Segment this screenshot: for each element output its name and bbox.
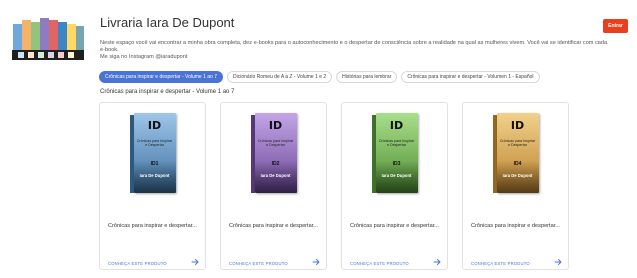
- tab-cronicas[interactable]: Crônicas para inspirar e despertar - Vol…: [99, 71, 224, 83]
- book-logo: ID: [268, 119, 283, 132]
- book-logo: ID: [389, 119, 404, 132]
- book-subtitle: Crônicas para Inspirar e Despertar: [136, 139, 173, 148]
- book-author: Iara De Dupont: [502, 173, 533, 178]
- product-list: ID Crônicas para Inspirar e Despertar ID…: [99, 102, 569, 270]
- book-face: ID Crônicas para Inspirar e Despertar ID…: [133, 113, 176, 193]
- instagram-text: Me siga no Instagram @iaradupont: [100, 54, 188, 61]
- tab-cronicas-espanol[interactable]: Crônicas para inspirar e despertar - Vol…: [401, 71, 540, 83]
- book-subtitle: Crônicas para Inspirar e Despertar: [378, 139, 415, 148]
- product-title[interactable]: Crônicas para inspirar e despertar...: [108, 223, 197, 229]
- book-face: ID Crônicas para Inspirar e Despertar ID…: [254, 113, 297, 193]
- store-description: Neste espaço você vai encontrar a minha …: [100, 40, 610, 62]
- book-cover-image: ID Crônicas para Inspirar e Despertar ID…: [129, 113, 176, 193]
- product-cover[interactable]: ID Crônicas para Inspirar e Despertar ID…: [342, 103, 447, 203]
- book-cover-image: ID Crônicas para Inspirar e Despertar ID…: [371, 113, 418, 193]
- store-title: Livraria Iara De Dupont: [100, 15, 235, 30]
- store-avatar: [8, 10, 88, 68]
- tab-historias[interactable]: Histórias para lembrar: [336, 71, 398, 83]
- arrow-right-icon[interactable]: [312, 258, 320, 266]
- book-author: Iara De Dupont: [381, 173, 412, 178]
- product-cover[interactable]: ID Crônicas para Inspirar e Despertar ID…: [221, 103, 326, 203]
- category-tabs: Crônicas para inspirar e despertar - Vol…: [99, 71, 540, 83]
- tab-dicionario[interactable]: Dicionário Romeu de A a Z - Volume 1 e 2: [227, 71, 333, 83]
- product-cover[interactable]: ID Crônicas para Inspirar e Despertar ID…: [463, 103, 568, 203]
- description-text: Neste espaço você vai encontrar a minha …: [100, 40, 608, 54]
- product-card[interactable]: ID Crônicas para Inspirar e Despertar ID…: [462, 102, 569, 270]
- book-volume: ID2: [271, 161, 280, 167]
- product-title[interactable]: Crônicas para inspirar e despertar...: [350, 223, 439, 229]
- section-title: Crônicas para inspirar e despertar - Vol…: [100, 89, 235, 95]
- product-cover[interactable]: ID Crônicas para Inspirar e Despertar ID…: [100, 103, 205, 203]
- book-cover-image: ID Crônicas para Inspirar e Despertar ID…: [492, 113, 539, 193]
- product-card[interactable]: ID Crônicas para Inspirar e Despertar ID…: [99, 102, 206, 270]
- book-volume: ID3: [392, 161, 401, 167]
- book-logo: ID: [510, 119, 525, 132]
- book-author: Iara De Dupont: [260, 173, 291, 178]
- book-volume: ID1: [150, 161, 159, 167]
- enter-button[interactable]: Entrar: [603, 19, 628, 33]
- product-link[interactable]: CONHEÇA ESTE PRODUTO: [471, 261, 530, 266]
- product-title[interactable]: Crônicas para inspirar e despertar...: [471, 223, 560, 229]
- book-subtitle: Crônicas para Inspirar e Despertar: [257, 139, 294, 148]
- book-logo: ID: [147, 119, 162, 132]
- book-cover-image: ID Crônicas para Inspirar e Despertar ID…: [250, 113, 297, 193]
- arrow-right-icon[interactable]: [191, 258, 199, 266]
- book-face: ID Crônicas para Inspirar e Despertar ID…: [375, 113, 418, 193]
- arrow-right-icon[interactable]: [433, 258, 441, 266]
- product-link[interactable]: CONHEÇA ESTE PRODUTO: [350, 261, 409, 266]
- product-title[interactable]: Crônicas para inspirar e despertar...: [229, 223, 318, 229]
- book-author: Iara De Dupont: [139, 173, 170, 178]
- product-link[interactable]: CONHEÇA ESTE PRODUTO: [108, 261, 167, 266]
- product-card[interactable]: ID Crônicas para Inspirar e Despertar ID…: [220, 102, 327, 270]
- book-volume: ID4: [513, 161, 522, 167]
- product-card[interactable]: ID Crônicas para Inspirar e Despertar ID…: [341, 102, 448, 270]
- book-face: ID Crônicas para Inspirar e Despertar ID…: [496, 113, 539, 193]
- product-link[interactable]: CONHEÇA ESTE PRODUTO: [229, 261, 288, 266]
- arrow-right-icon[interactable]: [554, 258, 562, 266]
- book-subtitle: Crônicas para Inspirar e Despertar: [499, 139, 536, 148]
